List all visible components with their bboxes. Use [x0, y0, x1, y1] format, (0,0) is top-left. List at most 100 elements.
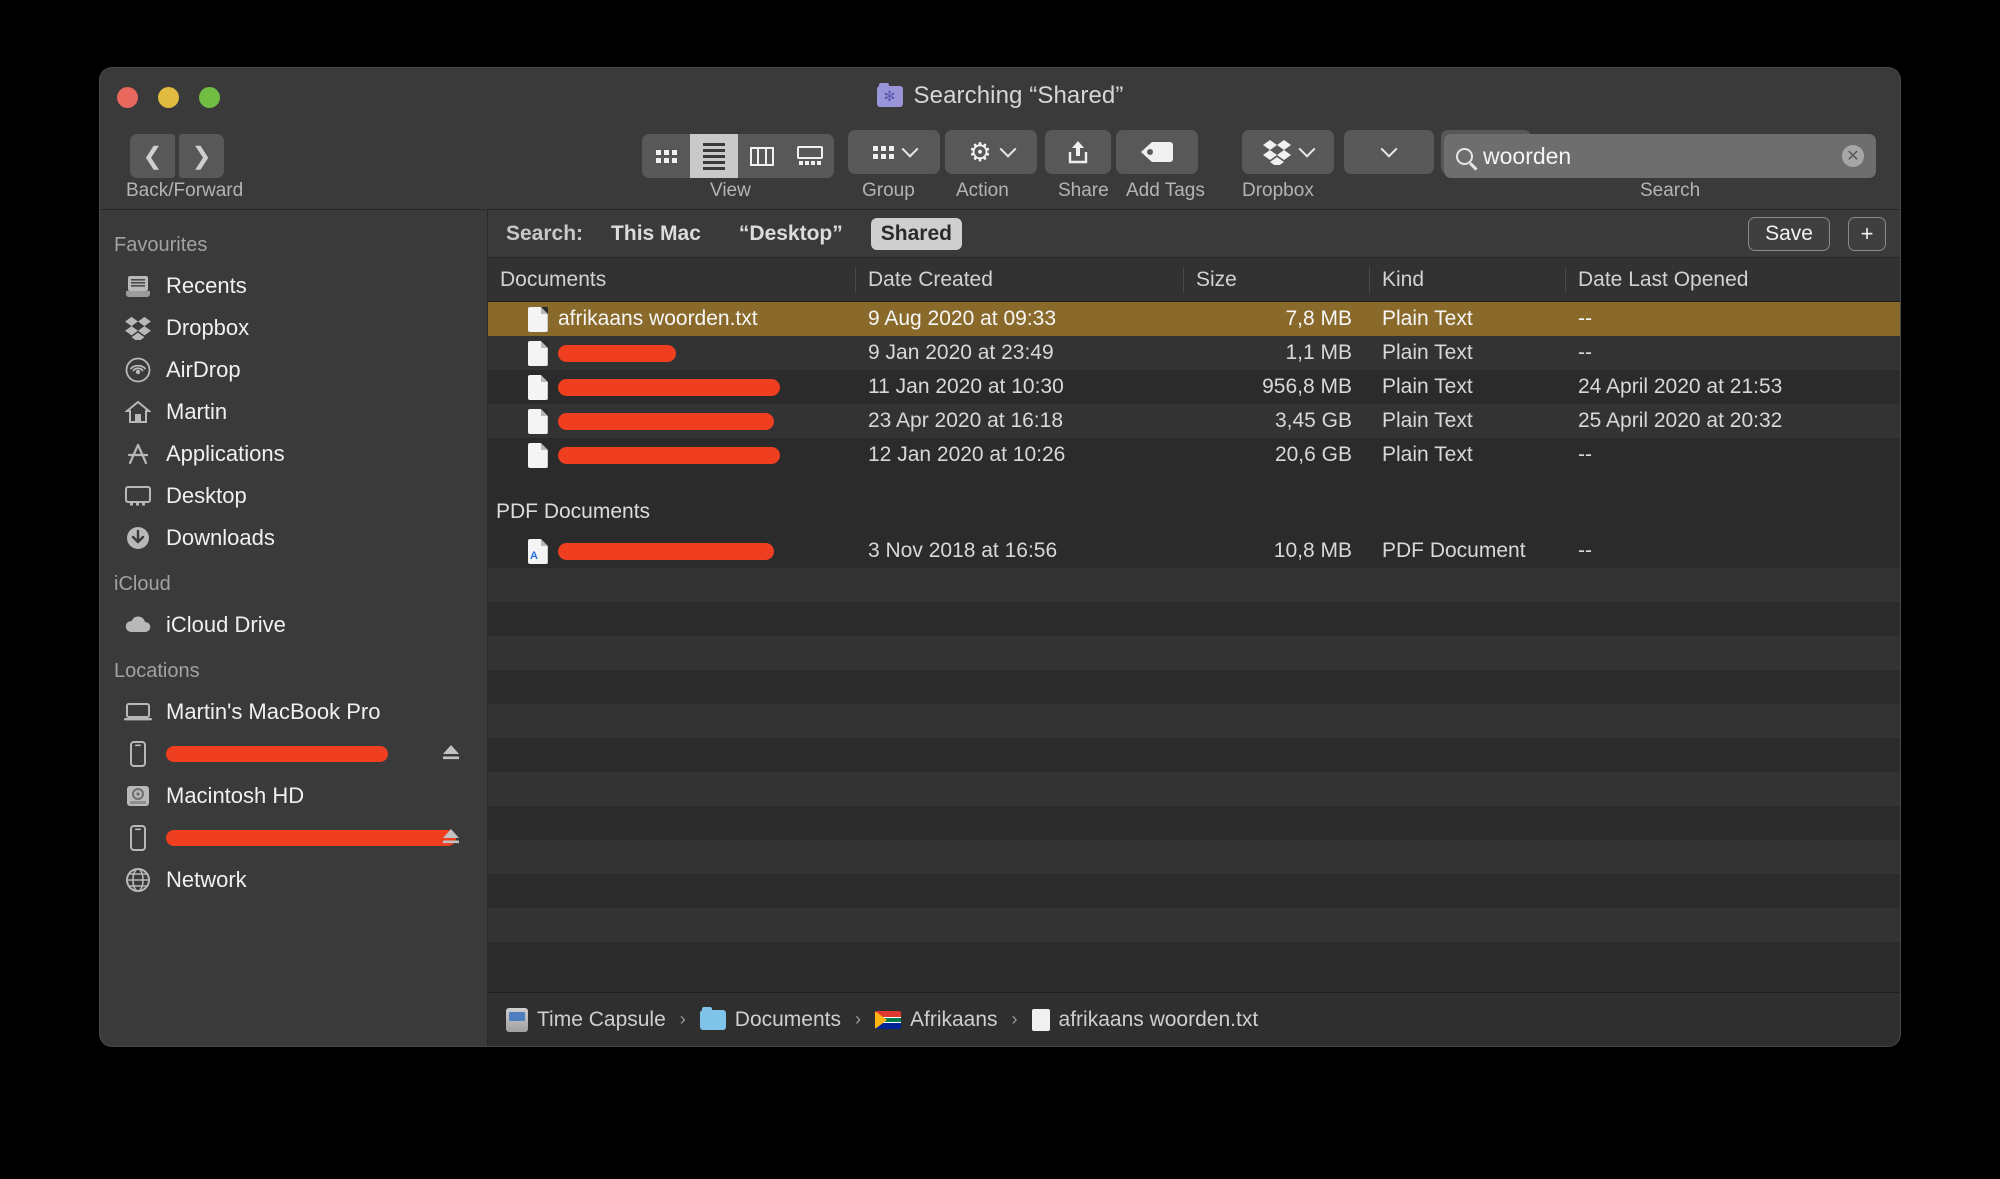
- toolbar: ❮ ❯ ⚙ woorden ✕ Back/Forward View Group …: [100, 126, 1900, 210]
- group-label: Group: [862, 180, 915, 201]
- hard-disk-icon: [124, 783, 152, 809]
- back-forward-group: ❮ ❯: [130, 134, 224, 178]
- file-date-created-cell: 3 Nov 2018 at 16:56: [868, 539, 1058, 562]
- search-input-value[interactable]: woorden: [1483, 143, 1832, 170]
- eject-icon[interactable]: [441, 827, 461, 850]
- file-name-cell[interactable]: [488, 340, 856, 366]
- share-button[interactable]: [1045, 130, 1111, 174]
- sidebar-item-label: Macintosh HD: [166, 783, 305, 808]
- column-header-date-created[interactable]: Date Created: [856, 266, 1184, 293]
- sidebar-item-downloads[interactable]: Downloads: [100, 517, 487, 559]
- breadcrumb-item[interactable]: Documents: [699, 1006, 841, 1032]
- column-header-documents[interactable]: Documents: [488, 266, 856, 293]
- clear-search-icon[interactable]: ✕: [1842, 145, 1864, 167]
- sidebar-section-header: Locations: [114, 660, 200, 682]
- scope-desktop[interactable]: “Desktop”: [729, 218, 853, 250]
- back-button[interactable]: ❮: [130, 134, 175, 178]
- breadcrumb-label: Documents: [734, 1007, 841, 1031]
- file-name-cell[interactable]: [488, 538, 856, 564]
- file-kind-cell: Plain Text: [1382, 341, 1473, 364]
- sidebar-item-redacted[interactable]: [100, 733, 487, 775]
- extra-dropdown-1[interactable]: [1344, 130, 1434, 174]
- finder-window: Searching “Shared” ❮ ❯: [100, 68, 1900, 1046]
- chevron-down-icon: [999, 140, 1017, 158]
- table-row[interactable]: afrikaans woorden.txt 9 Aug 2020 at 09:33…: [488, 302, 1900, 336]
- sidebar-item-dropbox[interactable]: Dropbox: [100, 307, 487, 349]
- sidebar-item-network[interactable]: Network: [100, 859, 487, 901]
- forward-button[interactable]: ❯: [179, 134, 224, 178]
- column-header-date-last-opened[interactable]: Date Last Opened: [1566, 267, 1900, 293]
- file-date-last-opened-cell: 24 April 2020 at 21:53: [1578, 375, 1783, 398]
- table-row[interactable]: 12 Jan 2020 at 10:26 20,6 GB Plain Text --: [488, 438, 1900, 472]
- search-field[interactable]: woorden ✕: [1444, 134, 1876, 178]
- redacted-file-name: [558, 378, 780, 396]
- share-label: Share: [1058, 180, 1109, 201]
- action-button[interactable]: ⚙: [945, 130, 1037, 174]
- home-icon: [124, 399, 152, 425]
- table-row[interactable]: 11 Jan 2020 at 10:30 956,8 MB Plain Text 24…: [488, 370, 1900, 404]
- action-label: Action: [956, 180, 1009, 201]
- group-button[interactable]: [848, 130, 940, 174]
- sidebar-item-desktop[interactable]: Desktop: [100, 475, 487, 517]
- applications-icon: [124, 441, 152, 467]
- table-row[interactable]: 23 Apr 2020 at 16:18 3,45 GB Plain Text 25 …: [488, 404, 1900, 438]
- breadcrumb-item[interactable]: Time Capsule: [506, 1007, 666, 1032]
- path-bar: Time Capsule › Documents › Afrikaans › afrikaa…: [488, 992, 1900, 1046]
- file-kind-cell: Plain Text: [1382, 409, 1473, 432]
- column-header-kind[interactable]: Kind: [1370, 266, 1566, 293]
- empty-row: [488, 738, 1900, 772]
- empty-row: [488, 806, 1900, 840]
- sidebar-item-label: Downloads: [166, 525, 275, 550]
- file-size-cell: 7,8 MB: [1285, 307, 1352, 330]
- file-name-cell[interactable]: [488, 408, 856, 434]
- table-row[interactable]: 3 Nov 2018 at 16:56 10,8 MB PDF Document --: [488, 534, 1900, 568]
- save-search-button[interactable]: Save: [1748, 216, 1830, 251]
- sidebar-item-martin-s-macbook-pro[interactable]: Martin's MacBook Pro: [100, 691, 487, 733]
- file-kind-cell: Plain Text: [1382, 443, 1473, 466]
- breadcrumb-label: afrikaans woorden.txt: [1058, 1007, 1259, 1031]
- file-name-cell[interactable]: [488, 374, 856, 400]
- sidebar-item-airdrop[interactable]: AirDrop: [100, 349, 487, 391]
- table-row[interactable]: 9 Jan 2020 at 23:49 1,1 MB Plain Text --: [488, 336, 1900, 370]
- sidebar-item-label: Martin: [166, 399, 228, 424]
- file-date-last-opened-cell: --: [1578, 307, 1592, 330]
- sidebar-item-martin[interactable]: Martin: [100, 391, 487, 433]
- scope-this-mac[interactable]: This Mac: [601, 218, 711, 250]
- add-tags-button[interactable]: [1116, 130, 1198, 174]
- sidebar-item-macintosh-hd[interactable]: Macintosh HD: [100, 775, 487, 817]
- list-view-button[interactable]: [690, 134, 738, 178]
- toolbar-buttons: ❮ ❯ ⚙ woorden ✕: [100, 130, 1900, 178]
- breadcrumb-item[interactable]: afrikaans woorden.txt: [1031, 1007, 1259, 1032]
- breadcrumb-item[interactable]: Afrikaans: [875, 1008, 998, 1032]
- eject-icon[interactable]: [441, 743, 461, 766]
- file-size-cell: 20,6 GB: [1274, 443, 1352, 466]
- gallery-view-button[interactable]: [786, 134, 834, 178]
- screen: Searching “Shared” ❮ ❯: [0, 0, 2000, 1179]
- file-name-cell[interactable]: afrikaans woorden.txt: [488, 306, 856, 332]
- sidebar-item-redacted[interactable]: [100, 817, 487, 859]
- dropbox-button[interactable]: [1242, 130, 1334, 174]
- empty-row: [488, 704, 1900, 738]
- icon-view-icon: [655, 149, 677, 163]
- scope-shared[interactable]: Shared: [870, 217, 962, 250]
- text-document-icon: [1031, 1008, 1050, 1031]
- file-size-cell: 10,8 MB: [1273, 539, 1352, 562]
- file-name-cell[interactable]: [488, 442, 856, 468]
- sidebar-item-recents[interactable]: Recents: [100, 265, 487, 307]
- empty-row: [488, 874, 1900, 908]
- chevron-down-icon: [901, 140, 918, 158]
- icon-view-button[interactable]: [642, 134, 690, 178]
- empty-row: [488, 670, 1900, 704]
- sidebar-item-label: Dropbox: [166, 315, 250, 340]
- chevron-down-icon: [1298, 140, 1316, 158]
- sidebar-section-header: iCloud: [114, 573, 171, 595]
- text-document-icon: [528, 442, 548, 468]
- time-capsule-icon: [506, 1007, 528, 1032]
- add-criteria-button[interactable]: +: [1848, 216, 1886, 251]
- column-view-button[interactable]: [738, 134, 786, 178]
- column-header-size[interactable]: Size: [1184, 266, 1370, 293]
- sidebar-item-applications[interactable]: Applications: [100, 433, 487, 475]
- empty-row: [488, 636, 1900, 670]
- sidebar-item-icloud-drive[interactable]: iCloud Drive: [100, 604, 487, 646]
- search-scope-bar: Search: This Mac “Desktop” Shared Save +: [488, 210, 1900, 258]
